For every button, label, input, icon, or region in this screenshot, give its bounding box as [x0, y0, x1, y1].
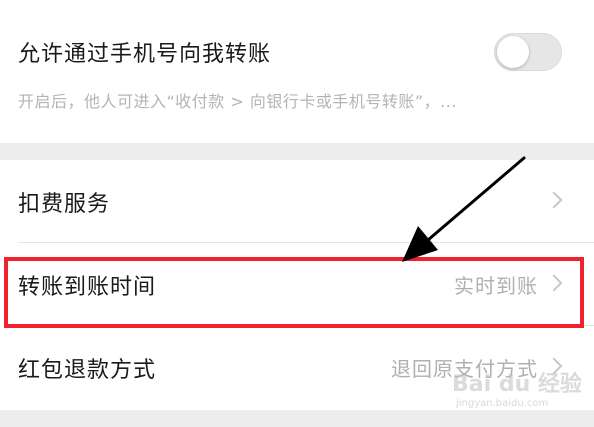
highlight-box	[4, 257, 584, 328]
list-item-label: 扣费服务	[18, 192, 111, 217]
phone-transfer-description: 开启后，他人可进入“收付款 > 向银行卡或手机号转账”，...	[18, 92, 457, 111]
settings-page: 允许通过手机号向我转账 开启后，他人可进入“收付款 > 向银行卡或手机号转账”，…	[0, 0, 594, 427]
phone-transfer-card: 允许通过手机号向我转账 开启后，他人可进入“收付款 > 向银行卡或手机号转账”，…	[0, 0, 594, 143]
watermark-url: jingyan.baidu.com	[456, 398, 549, 409]
list-item-deduction-service[interactable]: 扣费服务	[0, 160, 594, 243]
phone-transfer-title: 允许通过手机号向我转账	[18, 42, 272, 67]
list-item-label: 红包退款方式	[18, 358, 157, 383]
chevron-right-icon	[545, 191, 563, 209]
watermark-logo: Bai du 经验	[452, 372, 582, 397]
toggle-knob	[497, 36, 529, 68]
phone-transfer-toggle[interactable]	[494, 33, 562, 71]
